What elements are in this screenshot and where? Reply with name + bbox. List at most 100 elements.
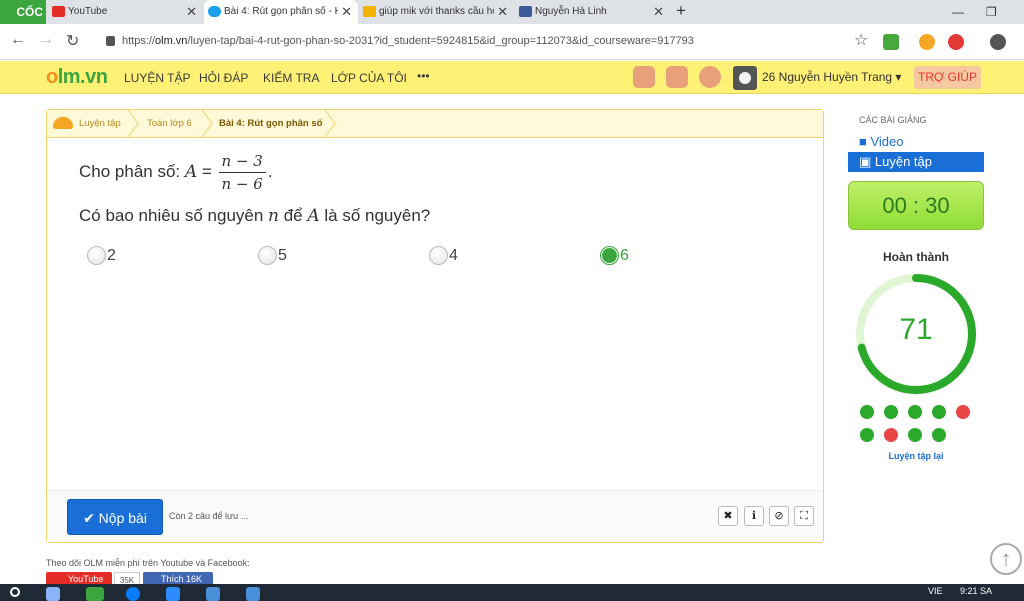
breadcrumb-practice[interactable]: Luyện tập (79, 110, 121, 137)
tab-title: Nguyễn Hà Linh (535, 6, 607, 17)
avatar[interactable] (733, 66, 757, 90)
back-icon[interactable]: ← (10, 31, 26, 49)
restore-button[interactable]: ❐ (986, 0, 997, 24)
practice-link-active[interactable]: ▣ Luyện tập (848, 152, 984, 172)
lessons-heading: CÁC BÀI GIẢNG (859, 115, 927, 125)
minimize-button[interactable]: — (952, 0, 964, 24)
nav-tests[interactable]: KIỂM TRA (263, 71, 319, 85)
task-view-icon[interactable] (46, 587, 60, 601)
radio-button[interactable] (258, 246, 277, 266)
tab-title: giúp mik với thanks cầu hỏi (379, 6, 494, 17)
download-extension-icon[interactable] (883, 34, 899, 50)
result-dot-correct[interactable] (860, 428, 874, 442)
answer-option-1[interactable]: 2 (87, 245, 116, 267)
fraction: n − 3n − 6 (218, 152, 266, 193)
browser-tab-strip: CỐC CỐC YouTube ✕ Bài 4: Rút gọn phân số… (0, 0, 1024, 43)
url-text: https://olm.vn/luyen-tap/bai-4-rut-gon-p… (122, 35, 694, 47)
tab-youtube[interactable]: YouTube ✕ (48, 0, 203, 24)
profile-icon[interactable] (990, 34, 1006, 50)
tab-question[interactable]: giúp mik với thanks cầu hỏi ✕ (359, 0, 514, 24)
chevron-right-icon (127, 110, 139, 137)
help-button[interactable]: TRỢ GIÚP (914, 66, 981, 89)
forward-icon[interactable]: → (38, 31, 54, 49)
result-dot-correct[interactable] (908, 428, 922, 442)
bookmark-star-icon[interactable]: ☆ (854, 30, 868, 50)
youtube-icon (52, 6, 65, 17)
close-icon[interactable]: ✕ (653, 0, 664, 24)
result-dot-wrong[interactable] (884, 428, 898, 442)
answer-option-4[interactable]: 6 (600, 245, 629, 267)
address-bar: ← → ↻ https://olm.vn/luyen-tap/bai-4-rut… (0, 24, 1024, 60)
result-dot-correct[interactable] (908, 405, 922, 419)
question-line-1: Cho phân số: A = n − 3n − 6. (79, 152, 273, 193)
result-dot-wrong[interactable] (956, 405, 970, 419)
tab-olm-lesson[interactable]: Bài 4: Rút gọn phân số - Học ✕ (204, 0, 358, 24)
breadcrumb-grade6-math[interactable]: Toán lớp 6 (147, 110, 192, 137)
nav-more[interactable]: ••• (417, 69, 430, 83)
result-dot-correct[interactable] (932, 428, 946, 442)
coccoc-taskbar-icon[interactable] (86, 587, 104, 601)
block-icon[interactable]: ⊘ (769, 506, 789, 526)
answer-option-3[interactable]: 4 (429, 245, 458, 267)
nav-qa[interactable]: HỎI ĐÁP (199, 71, 248, 85)
progress-value: 71 (899, 313, 933, 346)
close-icon[interactable]: ✕ (186, 0, 197, 24)
zoom-icon[interactable] (166, 587, 180, 601)
lock-icon (106, 36, 115, 46)
tab-title: Bài 4: Rút gọn phân số - Học (224, 6, 338, 17)
cloud-icon (208, 6, 221, 17)
close-icon[interactable]: ✕ (341, 0, 352, 24)
breadcrumb-lesson[interactable]: Bài 4: Rút gọn phân số (219, 110, 322, 137)
site-header: olm.vn LUYỆN TẬP HỎI ĐÁP KIỂM TRA LỚP CỦ… (0, 61, 1024, 94)
tab-title: YouTube (68, 6, 108, 17)
extension-icon[interactable] (919, 34, 935, 50)
windows-taskbar: VIE 9:21 SA (0, 584, 1024, 601)
new-tab-button[interactable]: + (676, 0, 686, 22)
facebook-icon (519, 6, 532, 17)
tab-facebook[interactable]: Nguyễn Hà Linh ✕ (515, 0, 670, 24)
olm-logo[interactable]: olm.vn (46, 66, 108, 89)
result-dot-correct[interactable] (884, 405, 898, 419)
app-icon[interactable] (206, 587, 220, 601)
question-line-2: Có bao nhiêu số nguyên n để A là số nguy… (79, 206, 431, 226)
url-field[interactable]: https://olm.vn/luyen-tap/bai-4-rut-gon-p… (96, 30, 876, 54)
notification-extension-icon[interactable] (948, 34, 964, 50)
breadcrumb: Luyện tập Toán lớp 6 Bài 4: Rút gọn phân… (47, 110, 823, 138)
input-language[interactable]: VIE (928, 586, 943, 596)
user-menu[interactable]: 26 Nguyễn Huyền Trang ▾ (762, 70, 901, 84)
close-icon[interactable]: ✕ (497, 0, 508, 24)
zalo-icon[interactable] (126, 587, 140, 601)
hoc24-icon (363, 6, 376, 17)
info-icon[interactable]: ℹ (744, 506, 764, 526)
globe-icon[interactable] (699, 66, 721, 88)
search-icon[interactable] (10, 587, 20, 597)
add-friend-icon[interactable] (633, 66, 655, 88)
cloud-icon (53, 117, 73, 129)
scroll-top-icon[interactable]: ↑ (990, 543, 1022, 575)
radio-button-selected[interactable] (600, 246, 619, 266)
completion-label: Hoàn thành (883, 250, 949, 264)
chevron-right-icon (324, 110, 336, 137)
close-tool-icon[interactable]: ✖ (718, 506, 738, 526)
question-panel: Luyện tập Toán lớp 6 Bài 4: Rút gọn phân… (46, 109, 824, 543)
radio-button[interactable] (87, 246, 106, 266)
countdown-timer: 00 : 30 (848, 181, 984, 230)
answer-option-2[interactable]: 5 (258, 245, 287, 267)
video-link[interactable]: ■ Video (859, 134, 903, 149)
chevron-right-icon (201, 110, 213, 137)
submit-button[interactable]: ✔ Nộp bài (67, 499, 163, 535)
fullscreen-icon[interactable]: ⛶ (794, 506, 814, 526)
result-dot-correct[interactable] (932, 405, 946, 419)
photos-icon[interactable] (246, 587, 260, 601)
browser-brand-logo: CỐC CỐC (0, 0, 46, 43)
answer-footer: ✔ Nộp bài Còn 2 câu để lưu ... ✖ ℹ ⊘ ⛶ (47, 490, 823, 542)
nav-my-class[interactable]: LỚP CỦA TÔI (331, 71, 407, 85)
retry-link[interactable]: Luyện tập lại (848, 451, 984, 461)
nav-practice[interactable]: LUYỆN TẬP (124, 71, 190, 85)
result-dot-correct[interactable] (860, 405, 874, 419)
radio-button[interactable] (429, 246, 448, 266)
clock[interactable]: 9:21 SA (960, 586, 992, 596)
autosave-status: Còn 2 câu để lưu ... (169, 511, 249, 521)
messages-icon[interactable] (666, 66, 688, 88)
reload-icon[interactable]: ↻ (66, 31, 79, 51)
